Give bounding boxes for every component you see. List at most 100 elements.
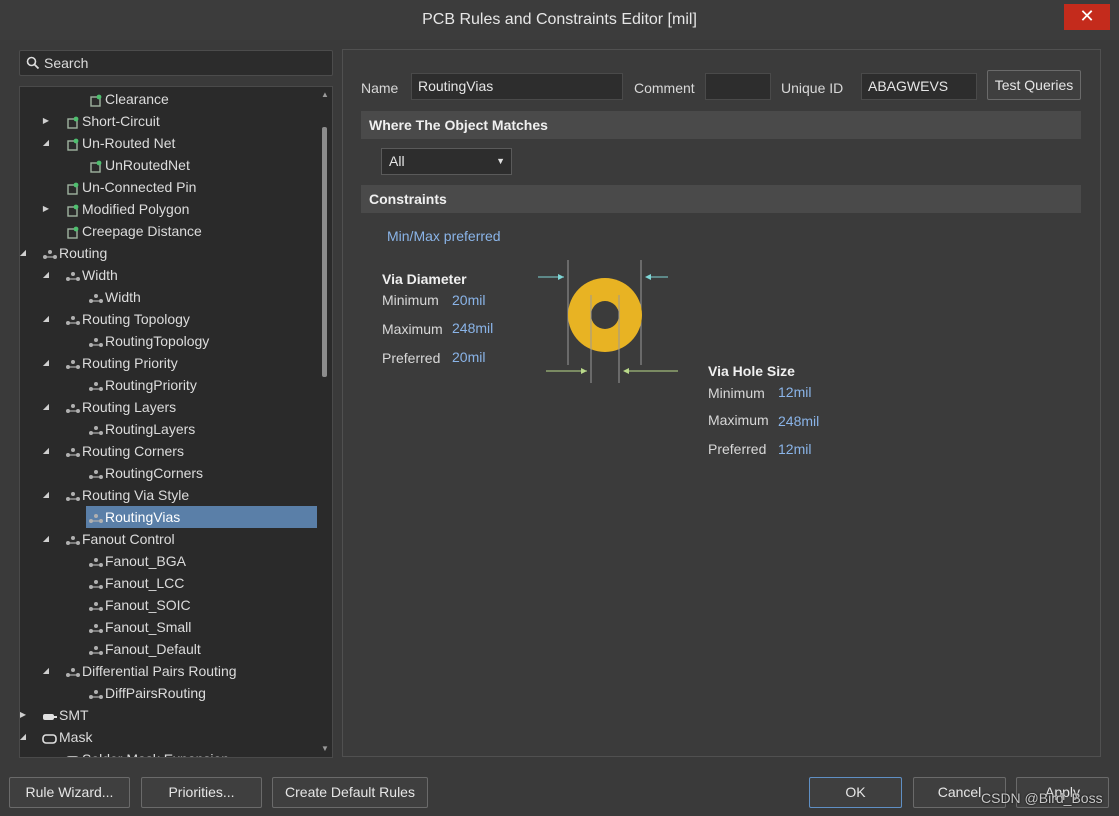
expand-down-icon[interactable]: ◢	[20, 726, 28, 748]
via-diameter-title: Via Diameter	[382, 271, 467, 287]
tree-item-label: RoutingCorners	[105, 465, 204, 481]
tree-item[interactable]: RoutingCorners	[86, 462, 296, 484]
name-field[interactable]: RoutingVias	[411, 73, 623, 100]
expand-down-icon[interactable]: ◢	[41, 660, 51, 682]
rule-icon	[88, 158, 104, 173]
comment-field[interactable]	[705, 73, 771, 100]
tree-item[interactable]: ◢ Routing Via Style	[43, 484, 296, 506]
unique-id-field[interactable]: ABAGWEVS	[861, 73, 977, 100]
routing-icon	[88, 620, 104, 634]
routing-icon	[65, 444, 81, 458]
scroll-down-icon[interactable]: ▼	[320, 745, 330, 753]
tree-item[interactable]: ◢ Routing Corners	[43, 440, 296, 462]
rule-wizard-button[interactable]: Rule Wizard...	[9, 777, 130, 808]
expand-down-icon[interactable]: ◢	[41, 528, 51, 550]
constraint-mode-link[interactable]: Min/Max preferred	[387, 228, 501, 244]
via-hole-pref-value[interactable]: 12mil	[778, 441, 811, 457]
tree-item[interactable]: ◢ Differential Pairs Routing	[43, 660, 296, 682]
tree-item-selected[interactable]: RoutingVias	[86, 506, 317, 528]
tree-item[interactable]: Solder Mask Expansion	[63, 748, 296, 757]
tree-item[interactable]: Fanout_Default	[86, 638, 296, 660]
via-diameter-max-value[interactable]: 248mil	[452, 320, 493, 336]
expand-down-icon[interactable]: ◢	[41, 308, 51, 330]
tree-item-label: RoutingLayers	[105, 421, 196, 437]
create-default-rules-button[interactable]: Create Default Rules	[272, 777, 428, 808]
constraints-header: Constraints	[361, 185, 1081, 213]
priorities-button[interactable]: Priorities...	[141, 777, 262, 808]
via-diameter-min-label: Minimum	[382, 292, 439, 308]
ok-button[interactable]: OK	[809, 777, 902, 808]
search-input[interactable]: Search	[19, 50, 333, 76]
tree-item[interactable]: DiffPairsRouting	[86, 682, 296, 704]
via-diameter-pref-label: Preferred	[382, 350, 441, 366]
close-button[interactable]: ✕	[1064, 4, 1110, 30]
rules-tree[interactable]: Clearance ▶ Short-Circuit ◢ Un-Routed Net UnR…	[19, 86, 333, 758]
tree-item-label: Width	[82, 267, 118, 283]
expand-down-icon[interactable]: ◢	[41, 132, 51, 154]
tree-item-label: Fanout_BGA	[105, 553, 186, 569]
via-hole-min-label: Minimum	[708, 385, 765, 401]
via-diameter-max-label: Maximum	[382, 321, 443, 337]
tree-scrollbar[interactable]: ▲ ▼	[317, 87, 332, 757]
tree-item[interactable]: ▶ Modified Polygon	[43, 198, 296, 220]
tree-item[interactable]: Width	[86, 286, 296, 308]
tree-item[interactable]: Un-Connected Pin	[63, 176, 296, 198]
tree-item-label: Fanout_SOIC	[105, 597, 191, 613]
test-queries-button[interactable]: Test Queries	[987, 70, 1081, 100]
tree-item-label: Fanout_Small	[105, 619, 192, 635]
tree-item[interactable]: ◢ Routing Topology	[43, 308, 296, 330]
via-hole-max-value[interactable]: 248mil	[778, 413, 819, 429]
expand-down-icon[interactable]: ◢	[41, 352, 51, 374]
tree-item[interactable]: Fanout_LCC	[86, 572, 296, 594]
routing-icon	[88, 422, 104, 436]
expand-down-icon[interactable]: ◢	[41, 264, 51, 286]
tree-item-label: RoutingVias	[105, 509, 181, 525]
tree-item[interactable]: Fanout_BGA	[86, 550, 296, 572]
routing-icon	[65, 268, 81, 282]
tree-item[interactable]: Fanout_SOIC	[86, 594, 296, 616]
expand-right-icon[interactable]: ▶	[20, 704, 28, 726]
expand-down-icon[interactable]: ◢	[41, 440, 51, 462]
tree-item[interactable]: UnRoutedNet	[86, 154, 296, 176]
tree-item[interactable]: Creepage Distance	[63, 220, 296, 242]
expand-down-icon[interactable]: ◢	[41, 396, 51, 418]
tree-item[interactable]: ◢ Width	[43, 264, 296, 286]
tree-item-label: Un-Connected Pin	[82, 179, 197, 195]
match-scope-select[interactable]: All ▼	[381, 148, 512, 175]
tree-item[interactable]: ◢ Routing Layers	[43, 396, 296, 418]
tree-item[interactable]: ◢ Mask	[20, 726, 296, 748]
rules-tree-panel: Search Clearance ▶ Short-Circuit ◢ Un-Routed…	[11, 43, 341, 758]
tree-item[interactable]: ◢ Un-Routed Net	[43, 132, 296, 154]
tree-item-label: Fanout_LCC	[105, 575, 185, 591]
tree-item[interactable]: Fanout_Small	[86, 616, 296, 638]
via-diameter-min-value[interactable]: 20mil	[452, 292, 485, 308]
tree-item[interactable]: ◢ Fanout Control	[43, 528, 296, 550]
tree-item-label: Routing Layers	[82, 399, 177, 415]
title-bar: PCB Rules and Constraints Editor [mil] ✕	[0, 0, 1119, 40]
via-hole-min-value[interactable]: 12mil	[778, 384, 811, 400]
expand-down-icon[interactable]: ◢	[20, 242, 28, 264]
tree-item[interactable]: RoutingPriority	[86, 374, 296, 396]
tree-item[interactable]: ▶ SMT	[20, 704, 296, 726]
rule-icon	[65, 114, 81, 129]
routing-icon	[88, 510, 104, 524]
tree-item[interactable]: RoutingLayers	[86, 418, 296, 440]
routing-icon	[42, 246, 58, 260]
routing-icon	[65, 312, 81, 326]
rule-icon	[88, 92, 104, 107]
via-diameter-pref-value[interactable]: 20mil	[452, 349, 485, 365]
tree-item[interactable]: ◢ Routing	[20, 242, 296, 264]
tree-item[interactable]: Clearance	[86, 88, 296, 110]
tree-item-label: Creepage Distance	[82, 223, 202, 239]
expand-right-icon[interactable]: ▶	[41, 110, 51, 132]
tree-item[interactable]: ◢ Routing Priority	[43, 352, 296, 374]
via-hole-title: Via Hole Size	[708, 363, 795, 379]
watermark: CSDN @Bird_Boss	[981, 790, 1103, 806]
tree-item[interactable]: ▶ Short-Circuit	[43, 110, 296, 132]
tree-item[interactable]: RoutingTopology	[86, 330, 296, 352]
expand-right-icon[interactable]: ▶	[41, 198, 51, 220]
scroll-thumb[interactable]	[322, 127, 327, 377]
scroll-up-icon[interactable]: ▲	[320, 91, 330, 99]
rule-icon	[65, 224, 81, 239]
expand-down-icon[interactable]: ◢	[41, 484, 51, 506]
